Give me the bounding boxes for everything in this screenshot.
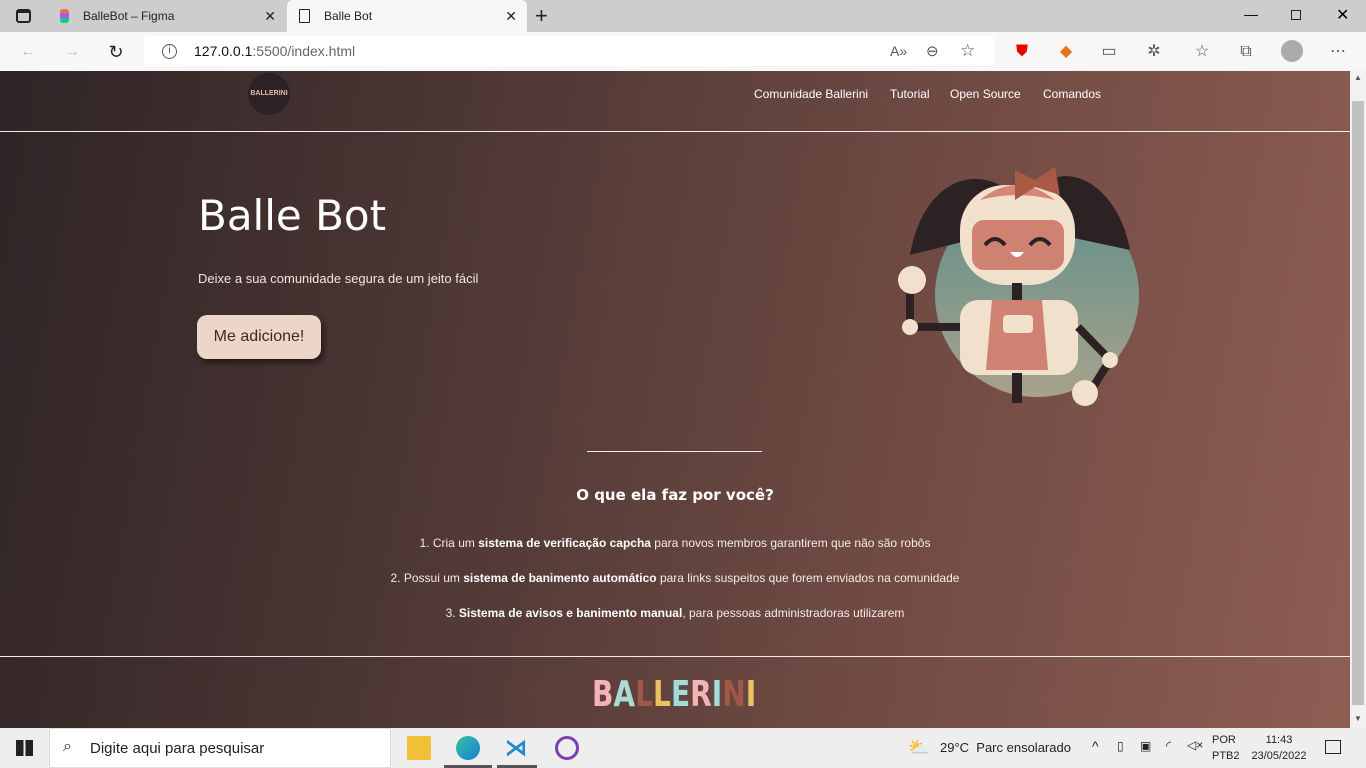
zoom-out-icon[interactable]: ⊖ — [926, 42, 939, 60]
feature-item: 3. Sistema de avisos e banimento manual,… — [0, 606, 1350, 620]
feature-text: para links suspeitos que forem enviados … — [656, 571, 960, 585]
feature-bold: sistema de verificação capcha — [478, 536, 651, 550]
vscode-icon[interactable]: ⋊ — [505, 736, 529, 760]
refresh-icon[interactable]: ↻ — [104, 40, 128, 64]
footer-logo: BALLERINI — [592, 674, 756, 715]
feature-text: 1. Cria um — [419, 536, 479, 550]
hero-subtitle: Deixe a sua comunidade segura de um jeit… — [198, 271, 479, 286]
address-bar[interactable]: i 127.0.0.1:5500/index.html A» ⊖ ☆ — [144, 36, 994, 66]
close-tab-icon[interactable]: ✕ — [264, 8, 276, 25]
close-tab-icon[interactable]: ✕ — [505, 8, 517, 25]
logo-letter: I — [745, 674, 757, 715]
volume-muted-icon[interactable]: ◁× — [1187, 738, 1203, 752]
page-scrollbar[interactable]: ▲ ▼ — [1350, 71, 1366, 728]
collections-icon[interactable]: ⧉ — [1234, 40, 1258, 64]
logo-letter: L — [635, 674, 654, 715]
add-bot-button[interactable]: Me adicione! — [197, 315, 321, 359]
screenshot-icon[interactable]: ▭ — [1097, 40, 1121, 64]
shield-extension-icon[interactable]: ⛊ — [1010, 40, 1034, 64]
footer-divider — [0, 656, 1350, 657]
features-heading: O que ela faz por você? — [576, 486, 774, 504]
forward-icon[interactable]: → — [60, 40, 84, 64]
nav-logo[interactable]: BALLERINI — [248, 73, 290, 115]
robot-illustration — [898, 167, 1139, 406]
taskbar-search[interactable]: ⌕ Digite aqui para pesquisar — [49, 728, 391, 768]
tab-actions-icon[interactable] — [16, 9, 31, 23]
back-icon[interactable]: ← — [16, 40, 40, 64]
nav-link-open-source[interactable]: Open Source — [950, 87, 1021, 101]
close-window-button[interactable]: ✕ — [1336, 5, 1349, 25]
tab-figma[interactable]: BalleBot – Figma ✕ — [50, 0, 286, 32]
logo-letter: R — [690, 674, 712, 715]
search-placeholder: Digite aqui para pesquisar — [90, 739, 265, 757]
scroll-down-arrow[interactable]: ▼ — [1354, 714, 1362, 723]
file-explorer-icon[interactable] — [407, 736, 431, 760]
nav-link-comandos[interactable]: Comandos — [1043, 87, 1101, 101]
feature-text: 3. — [445, 606, 459, 620]
nav-link-comunidade[interactable]: Comunidade Ballerini — [754, 87, 868, 101]
tab-title: Balle Bot — [324, 9, 373, 23]
restore-button[interactable] — [1291, 10, 1301, 20]
feature-text: para novos membros garantirem que não sã… — [650, 536, 931, 550]
favorites-icon[interactable]: ☆ — [1190, 40, 1214, 64]
clock-time: 11:43 — [1265, 734, 1293, 746]
windows-start-icon[interactable] — [16, 740, 33, 756]
feature-text: 2. Possui um — [390, 571, 464, 585]
notifications-icon[interactable] — [1325, 740, 1341, 754]
url-path: :5500/index.html — [252, 43, 356, 59]
logo-letter: B — [592, 674, 614, 715]
logo-letter: A — [613, 674, 636, 715]
nav-link-tutorial[interactable]: Tutorial — [890, 87, 930, 101]
logo-letter: N — [722, 674, 746, 715]
document-icon — [299, 9, 310, 23]
tab-strip: BalleBot – Figma ✕ Balle Bot ✕ + — ✕ — [0, 0, 1366, 32]
scrollbar-thumb[interactable] — [1352, 101, 1364, 705]
extensions-icon[interactable]: ✲ — [1142, 40, 1166, 64]
read-aloud-icon[interactable]: A» — [890, 43, 907, 59]
search-icon: ⌕ — [63, 738, 72, 755]
feature-text: , para pessoas administradoras utilizare… — [682, 606, 905, 620]
metamask-icon[interactable]: ◆ — [1054, 40, 1078, 64]
logo-letter: E — [670, 674, 691, 715]
new-tab-button[interactable]: + — [535, 3, 548, 29]
feature-item: 2. Possui um sistema de banimento automá… — [0, 571, 1350, 585]
feature-bold: sistema de banimento automático — [463, 571, 657, 585]
hero-title: Balle Bot — [198, 191, 387, 240]
wifi-icon[interactable]: ◜ — [1166, 738, 1171, 754]
tab-title: BalleBot – Figma — [83, 9, 175, 23]
logo-letter: I — [711, 674, 723, 715]
figma-icon — [60, 9, 69, 23]
feature-bold: Sistema de avisos e banimento manual — [458, 606, 683, 620]
github-desktop-icon[interactable] — [555, 736, 579, 760]
add-favorite-icon[interactable]: ☆ — [960, 41, 975, 61]
scroll-up-arrow[interactable]: ▲ — [1354, 73, 1362, 82]
url-host: 127.0.0.1 — [194, 43, 253, 59]
tab-balle-bot[interactable]: Balle Bot ✕ — [287, 0, 527, 32]
taskbar: ⌕ Digite aqui para pesquisar ⋊ ⛅ 29°C Pa… — [0, 728, 1366, 768]
language-code: POR — [1212, 734, 1236, 746]
edge-icon[interactable] — [456, 736, 480, 760]
battery-icon[interactable]: ▣ — [1140, 739, 1151, 753]
web-page: BALLERINI Comunidade Ballerini Tutorial … — [0, 71, 1350, 728]
weather-text[interactable]: 29°C Parc ensolarado — [940, 740, 1071, 755]
profile-avatar[interactable] — [1281, 40, 1303, 62]
browser-toolbar: ← → ↻ i 127.0.0.1:5500/index.html A» ⊖ ☆… — [0, 32, 1366, 71]
clock-date: 23/05/2022 — [1251, 750, 1307, 762]
section-divider — [587, 451, 762, 452]
keyboard-layout: PTB2 — [1212, 750, 1240, 762]
feature-item: 1. Cria um sistema de verificação capcha… — [0, 536, 1350, 550]
nav-divider — [0, 131, 1350, 132]
tray-chevron-icon[interactable]: ^ — [1092, 738, 1099, 754]
info-icon[interactable]: i — [162, 43, 177, 59]
minimize-button[interactable]: — — [1244, 6, 1258, 22]
more-icon[interactable]: ⋯ — [1326, 40, 1350, 64]
language-indicator[interactable]: POR PTB2 — [1212, 732, 1240, 764]
meet-icon[interactable]: ▯ — [1117, 739, 1124, 753]
clock[interactable]: 11:43 23/05/2022 — [1248, 732, 1310, 764]
weather-icon[interactable]: ⛅ — [908, 738, 929, 758]
logo-letter: L — [653, 674, 671, 715]
